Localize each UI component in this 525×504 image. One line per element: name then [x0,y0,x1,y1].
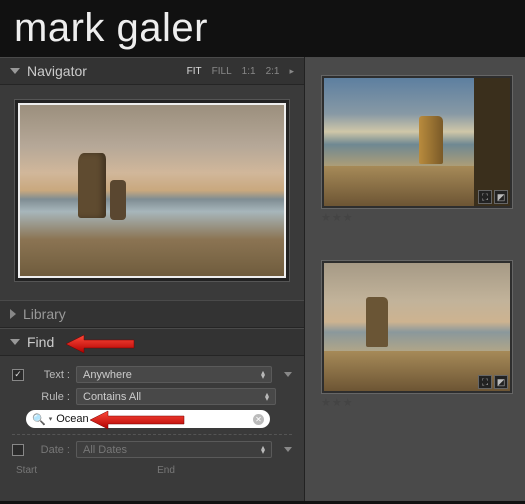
thumbnail-cell[interactable]: ⛶ ◩ ★★★ [321,75,513,224]
library-header[interactable]: Library [0,300,304,328]
navigator-zoom-ratios: FIT FILL 1:1 2:1 ▸ [187,66,294,77]
end-label: End [157,465,175,476]
text-scope-value: Anywhere [83,369,132,381]
navigator-body [0,85,304,300]
find-title: Find [27,334,54,350]
date-range-labels: Start End [12,463,292,476]
section-collapse-icon[interactable] [284,447,292,452]
divider [12,434,292,435]
crop-badge-icon[interactable]: ⛶ [478,190,492,204]
select-stepper-icon: ▴▾ [261,371,265,379]
date-label: Date : [30,444,70,456]
text-label: Text : [30,369,70,381]
rating-stars[interactable]: ★★★ [321,211,513,224]
rule-label: Rule : [30,391,70,403]
date-scope-select[interactable]: All Dates ▴▾ [76,441,272,458]
text-scope-select[interactable]: Anywhere ▴▾ [76,366,272,383]
left-panel: Navigator FIT FILL 1:1 2:1 ▸ Library [0,57,305,501]
brand-first: mark [14,6,105,50]
find-header[interactable]: Find [0,328,304,356]
find-date-row: Date : All Dates ▴▾ [12,441,292,458]
chevron-right-icon[interactable]: ▸ [289,66,294,77]
navigator-header[interactable]: Navigator FIT FILL 1:1 2:1 ▸ [0,57,304,85]
find-text-row: ✓ Text : Anywhere ▴▾ [12,366,292,383]
zoom-fill[interactable]: FILL [212,66,232,77]
checkmark-icon: ✓ [14,369,22,380]
find-rule-row: Rule : Contains All ▴▾ [12,388,292,405]
brand-last: galer [117,6,208,50]
navigator-title: Navigator [27,63,87,79]
disclosure-triangle-icon [10,68,20,74]
library-title: Library [23,306,66,322]
section-collapse-icon[interactable] [284,372,292,377]
callout-arrow-icon [66,333,136,355]
date-filter-checkbox[interactable] [12,444,24,456]
clear-search-button[interactable]: ✕ [253,414,264,425]
crop-badge-icon[interactable]: ⛶ [478,375,492,389]
zoom-fit[interactable]: FIT [187,66,202,77]
find-search-field[interactable]: 🔍 ▾ ✕ [26,410,270,428]
search-menu-icon[interactable]: ▾ [49,415,53,423]
zoom-1to1[interactable]: 1:1 [242,66,256,77]
text-filter-checkbox[interactable]: ✓ [12,369,24,381]
date-scope-value: All Dates [83,444,127,456]
rule-value: Contains All [83,391,141,403]
content-grid: ⛶ ◩ ★★★ ⛶ ◩ ★★★ [305,57,525,501]
disclosure-triangle-icon [10,309,16,319]
brand-title: mark galer [0,0,525,57]
thumbnail-cell[interactable]: ⛶ ◩ ★★★ [321,260,513,409]
start-label: Start [16,465,37,476]
search-icon: 🔍 [32,413,46,426]
rating-stars[interactable]: ★★★ [321,396,513,409]
navigator-preview[interactable] [14,99,290,282]
disclosure-triangle-icon [10,339,20,345]
search-input[interactable] [56,413,253,425]
adjust-badge-icon[interactable]: ◩ [494,375,508,389]
select-stepper-icon: ▴▾ [261,446,265,454]
rule-select[interactable]: Contains All ▴▾ [76,388,276,405]
adjust-badge-icon[interactable]: ◩ [494,190,508,204]
zoom-2to1[interactable]: 2:1 [266,66,280,77]
find-body: ✓ Text : Anywhere ▴▾ Rule : Contains All… [0,356,304,484]
select-stepper-icon: ▴▾ [265,393,269,401]
